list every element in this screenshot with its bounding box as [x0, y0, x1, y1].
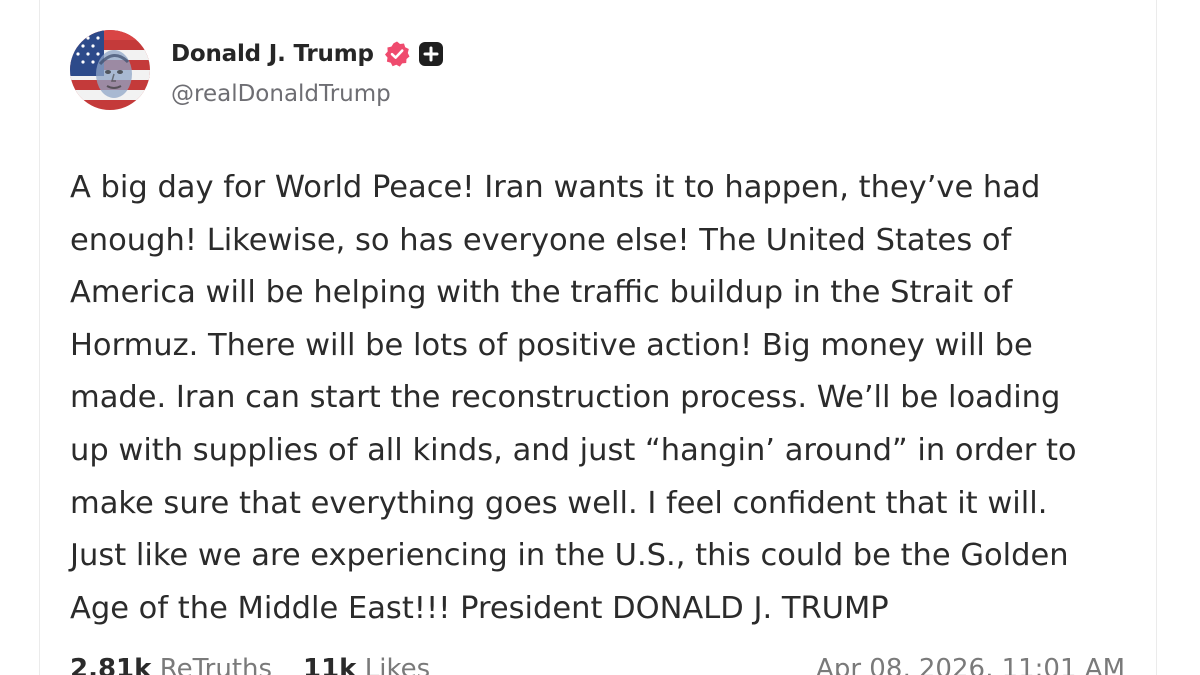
- likes-stat[interactable]: 11k Likes: [303, 654, 430, 675]
- post-text-line: up with supplies of all kinds, and just …: [70, 432, 1077, 468]
- retruths-stat[interactable]: 2.81k ReTruths: [70, 654, 272, 675]
- retruths-count: 2.81k: [70, 654, 152, 675]
- author-handle[interactable]: @realDonaldTrump: [171, 81, 391, 107]
- avatar-image: [70, 30, 150, 110]
- author-name-row: Donald J. Trump: [171, 38, 444, 70]
- post-text-line: Just like we are experiencing in the U.S…: [70, 538, 1069, 574]
- page: Donald J. Trump @realDonaldTrump A big d…: [0, 0, 1200, 675]
- post-footer: 2.81k ReTruths 11k Likes Apr 08, 2026, 1…: [70, 654, 1125, 675]
- post-text-line: make sure that everything goes well. I f…: [70, 485, 1048, 521]
- post-text-line: made. Iran can start the reconstruction …: [70, 380, 1061, 416]
- plus-square-icon: [418, 41, 444, 67]
- author-display-name[interactable]: Donald J. Trump: [171, 41, 374, 67]
- post-text-line: A big day for World Peace! Iran wants it…: [70, 170, 1041, 205]
- likes-count: 11k: [303, 654, 357, 675]
- verified-check-icon: [383, 40, 411, 68]
- post-text-line: Hormuz. There will be lots of positive a…: [70, 327, 1033, 363]
- author-avatar[interactable]: [70, 30, 150, 110]
- post-timestamp[interactable]: Apr 08, 2026, 11:01 AM: [816, 654, 1125, 675]
- post-text-line: enough! Likewise, so has everyone else! …: [70, 222, 1012, 258]
- likes-label: Likes: [364, 654, 431, 675]
- post-text-line: America will be helping with the traffic…: [70, 275, 1013, 311]
- post-body-text: A big day for World Peace! Iran wants it…: [70, 162, 1150, 635]
- post-text-line: Age of the Middle East!!! President DONA…: [70, 590, 889, 626]
- retruths-label: ReTruths: [159, 654, 273, 675]
